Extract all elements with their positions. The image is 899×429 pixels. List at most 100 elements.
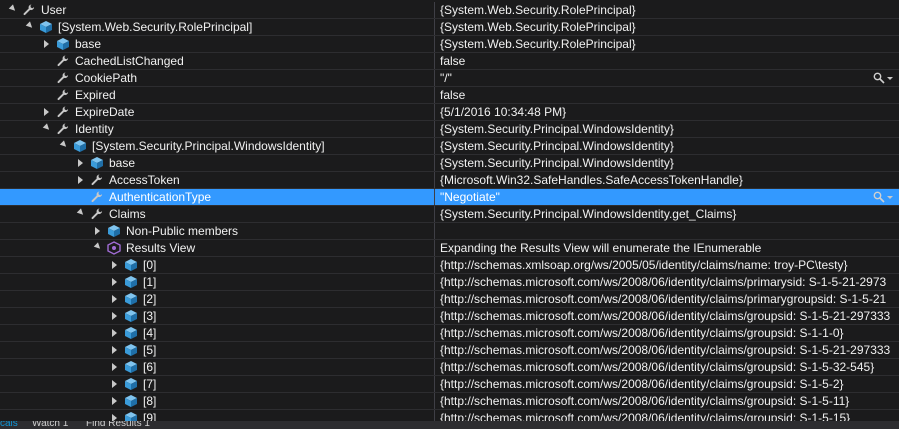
tab-watch-1[interactable]: Watch 1 — [32, 421, 68, 429]
expand-arrow-icon[interactable] — [110, 274, 119, 290]
variable-value[interactable]: {http://schemas.microsoft.com/ws/2008/06… — [440, 291, 899, 307]
collapse-arrow-icon[interactable] — [42, 121, 51, 137]
name-cell[interactable]: Results View — [0, 240, 435, 256]
variable-value[interactable]: {System.Web.Security.RolePrincipal} — [440, 36, 899, 52]
name-cell[interactable]: base — [0, 155, 435, 171]
name-cell[interactable]: Identity — [0, 121, 435, 137]
name-cell[interactable]: [7] — [0, 376, 435, 392]
name-cell[interactable]: Non-Public members — [0, 223, 435, 239]
name-cell[interactable]: AuthenticationType — [0, 189, 435, 205]
name-cell[interactable]: AccessToken — [0, 172, 435, 188]
collapse-arrow-icon[interactable] — [59, 138, 68, 154]
name-cell[interactable]: [5] — [0, 342, 435, 358]
variable-value[interactable]: false — [440, 53, 899, 69]
name-cell[interactable]: [1] — [0, 274, 435, 290]
variable-value[interactable]: {http://schemas.microsoft.com/ws/2008/06… — [440, 359, 899, 375]
visualizer-dropdown[interactable] — [871, 189, 893, 205]
variable-value[interactable]: {5/1/2016 10:34:48 PM} — [440, 104, 899, 120]
name-cell[interactable]: [0] — [0, 257, 435, 273]
tree-row[interactable]: [6] {http://schemas.microsoft.com/ws/2008… — [0, 359, 899, 376]
expand-arrow-icon[interactable] — [110, 308, 119, 324]
tree-row[interactable]: AccessToken {Microsoft.Win32.SafeHandles.… — [0, 172, 899, 189]
variable-value[interactable]: {http://schemas.microsoft.com/ws/2008/06… — [440, 376, 899, 392]
variable-value[interactable]: {System.Security.Principal.WindowsIdenti… — [440, 121, 899, 137]
variable-value[interactable]: {http://schemas.microsoft.com/ws/2008/06… — [440, 274, 899, 290]
collapse-arrow-icon[interactable] — [93, 240, 102, 256]
expand-arrow-icon[interactable] — [110, 359, 119, 375]
collapse-arrow-icon[interactable] — [8, 2, 17, 18]
name-cell[interactable]: [System.Security.Principal.WindowsIdenti… — [0, 138, 435, 154]
tree-row[interactable]: [4] {http://schemas.microsoft.com/ws/2008… — [0, 325, 899, 342]
expand-arrow-icon[interactable] — [110, 342, 119, 358]
variable-value[interactable] — [440, 223, 899, 239]
variable-value[interactable]: {System.Security.Principal.WindowsIdenti… — [440, 138, 899, 154]
tree-row[interactable]: Non-Public members — [0, 223, 899, 240]
name-cell[interactable]: CookiePath — [0, 70, 435, 86]
chevron-down-icon[interactable] — [887, 195, 893, 199]
tree-row[interactable]: [System.Security.Principal.WindowsIdenti… — [0, 138, 899, 155]
variable-value[interactable]: {http://schemas.microsoft.com/ws/2008/06… — [440, 393, 899, 409]
tree-row[interactable]: User {System.Web.Security.RolePrincipal} — [0, 2, 899, 19]
expand-arrow-icon[interactable] — [76, 155, 85, 171]
name-cell[interactable]: [4] — [0, 325, 435, 341]
tree-row[interactable]: [3] {http://schemas.microsoft.com/ws/2008… — [0, 308, 899, 325]
variable-value[interactable]: {System.Web.Security.RolePrincipal} — [440, 19, 899, 35]
variable-value[interactable]: {System.Security.Principal.WindowsIdenti… — [440, 155, 899, 171]
tree-row[interactable]: [1] {http://schemas.microsoft.com/ws/2008… — [0, 274, 899, 291]
name-cell[interactable]: [2] — [0, 291, 435, 307]
tree-row[interactable]: [System.Web.Security.RolePrincipal] {Syst… — [0, 19, 899, 36]
magnifier-icon[interactable] — [873, 72, 885, 84]
tree-row[interactable]: CookiePath "/" — [0, 70, 899, 87]
expand-arrow-icon[interactable] — [110, 291, 119, 307]
variable-value[interactable]: "/" — [440, 70, 899, 86]
tree-row[interactable]: [0] {http://schemas.xmlsoap.org/ws/2005/0… — [0, 257, 899, 274]
collapse-arrow-icon[interactable] — [76, 206, 85, 222]
tree-row[interactable]: Claims {System.Security.Principal.Windows… — [0, 206, 899, 223]
magnifier-icon[interactable] — [873, 191, 885, 203]
name-cell[interactable]: [3] — [0, 308, 435, 324]
tree-row[interactable]: Expired false — [0, 87, 899, 104]
tab-find-results-1[interactable]: Find Results 1 — [86, 421, 150, 429]
tree-row[interactable]: ExpireDate {5/1/2016 10:34:48 PM} — [0, 104, 899, 121]
tree-row[interactable]: Identity {System.Security.Principal.Windo… — [0, 121, 899, 138]
name-cell[interactable]: Expired — [0, 87, 435, 103]
variable-value[interactable]: {System.Security.Principal.WindowsIdenti… — [440, 206, 899, 222]
expand-arrow-icon[interactable] — [76, 172, 85, 188]
name-cell[interactable]: [6] — [0, 359, 435, 375]
tab-locals[interactable]: cals — [0, 421, 18, 429]
variable-value[interactable]: {System.Web.Security.RolePrincipal} — [440, 2, 899, 18]
tree-row[interactable]: Results View Expanding the Results View w… — [0, 240, 899, 257]
tree-row[interactable]: base {System.Web.Security.RolePrincipal} — [0, 36, 899, 53]
name-cell[interactable]: [8] — [0, 393, 435, 409]
variable-value[interactable]: {http://schemas.microsoft.com/ws/2008/06… — [440, 308, 899, 324]
tree-row[interactable]: AuthenticationType "Negotiate" — [0, 189, 899, 206]
variable-value[interactable]: {http://schemas.microsoft.com/ws/2008/06… — [440, 342, 899, 358]
name-cell[interactable]: [System.Web.Security.RolePrincipal] — [0, 19, 435, 35]
expand-arrow-icon[interactable] — [93, 223, 102, 239]
tree-row[interactable]: base {System.Security.Principal.WindowsId… — [0, 155, 899, 172]
tree-row[interactable]: [8] {http://schemas.microsoft.com/ws/2008… — [0, 393, 899, 410]
tree-row[interactable]: [5] {http://schemas.microsoft.com/ws/2008… — [0, 342, 899, 359]
variable-value[interactable]: {Microsoft.Win32.SafeHandles.SafeAccessT… — [440, 172, 899, 188]
tree-row[interactable]: CachedListChanged false — [0, 53, 899, 70]
variable-value[interactable]: "Negotiate" — [440, 189, 899, 205]
name-cell[interactable]: User — [0, 2, 435, 18]
expand-arrow-icon[interactable] — [42, 36, 51, 52]
visualizer-dropdown[interactable] — [871, 70, 893, 86]
expand-arrow-icon[interactable] — [110, 257, 119, 273]
name-cell[interactable]: Claims — [0, 206, 435, 222]
variable-value[interactable]: false — [440, 87, 899, 103]
expand-arrow-icon[interactable] — [110, 376, 119, 392]
expand-arrow-icon[interactable] — [42, 104, 51, 120]
name-cell[interactable]: base — [0, 36, 435, 52]
chevron-down-icon[interactable] — [887, 76, 893, 80]
tree-row[interactable]: [7] {http://schemas.microsoft.com/ws/2008… — [0, 376, 899, 393]
collapse-arrow-icon[interactable] — [25, 19, 34, 35]
name-cell[interactable]: CachedListChanged — [0, 53, 435, 69]
name-cell[interactable]: ExpireDate — [0, 104, 435, 120]
expand-arrow-icon[interactable] — [110, 393, 119, 409]
variable-value[interactable]: Expanding the Results View will enumerat… — [440, 240, 899, 256]
expand-arrow-icon[interactable] — [110, 325, 119, 341]
variable-value[interactable]: {http://schemas.microsoft.com/ws/2008/06… — [440, 325, 899, 341]
tree-row[interactable]: [2] {http://schemas.microsoft.com/ws/2008… — [0, 291, 899, 308]
